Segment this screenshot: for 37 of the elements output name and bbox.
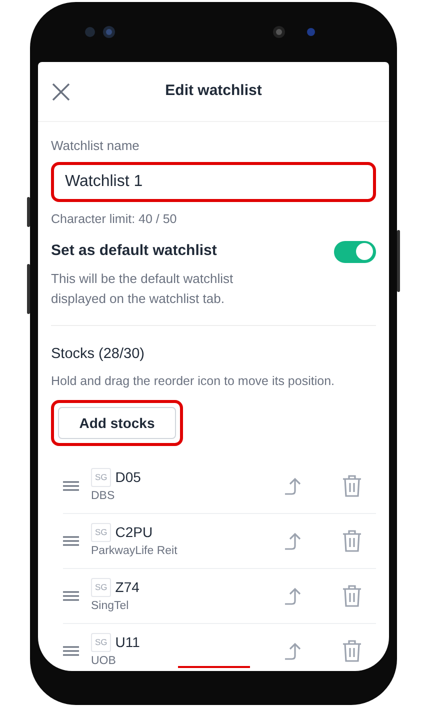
setting-description: This will be the default watchlist displayed on the watchlist tab.	[51, 270, 234, 308]
sensor-icon	[306, 27, 316, 37]
market-tag: SG	[91, 523, 112, 542]
market-tag: SG	[91, 633, 112, 652]
stock-code: U11	[115, 633, 140, 652]
delete-icon[interactable]	[342, 585, 362, 608]
name-input[interactable]: Watchlist 1	[65, 170, 362, 194]
default-toggle[interactable]	[334, 240, 376, 262]
reorder-hint: Hold and drag the reorder icon to move its position.	[51, 372, 336, 390]
stock-name: DBS	[91, 488, 115, 504]
delete-icon[interactable]	[342, 640, 362, 662]
drag-handle-icon[interactable]	[63, 646, 79, 656]
sensor-icon	[102, 25, 116, 39]
camera-icon	[272, 25, 286, 39]
character-limit-hint: Character limit: 40 / 50	[51, 210, 178, 228]
delete-icon[interactable]	[342, 530, 362, 552]
stock-code: C2PU	[115, 523, 153, 542]
stock-name: ParkwayLife Reit	[91, 544, 178, 560]
stock-name: UOB	[91, 654, 116, 670]
market-tag: SG	[91, 578, 112, 597]
stock-name: SingTel	[91, 599, 129, 614]
close-icon[interactable]	[52, 82, 70, 100]
stock-code: D05	[115, 468, 141, 487]
add-stocks-button[interactable]: Add stocks	[58, 407, 176, 440]
drag-handle-icon[interactable]	[63, 480, 79, 491]
watchlist-name-field[interactable]: Watchlist 1	[51, 162, 376, 202]
drag-handle-icon[interactable]	[63, 536, 79, 546]
screen-title: Edit watchlist	[165, 81, 262, 102]
field-label: Watchlist name	[51, 137, 140, 155]
delete-icon[interactable]	[342, 474, 362, 497]
market-tag: SG	[91, 468, 112, 486]
stock-code: Z74	[115, 578, 140, 598]
stocks-title: Stocks (28/30)	[51, 344, 146, 364]
home-indicator	[178, 666, 250, 668]
setting-title: Set as default watchlist	[51, 241, 217, 262]
sensor-icon	[84, 26, 96, 38]
drag-handle-icon[interactable]	[63, 591, 79, 602]
